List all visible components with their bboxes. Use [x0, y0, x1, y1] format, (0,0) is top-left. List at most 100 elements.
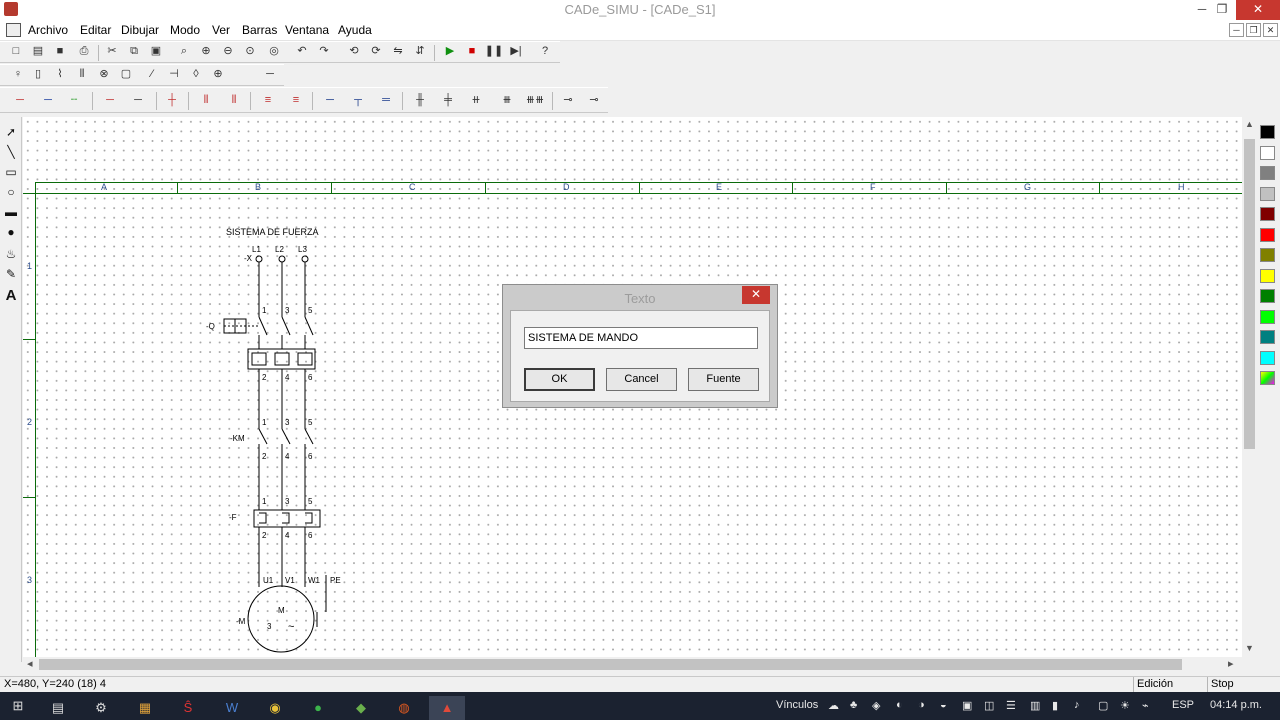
switch-icon[interactable]: ⌇: [50, 65, 70, 83]
undo-icon[interactable]: ↶: [292, 42, 312, 60]
scroll-left-arrow-icon[interactable]: ◂: [27, 657, 33, 670]
spotify-icon[interactable]: ●: [300, 696, 336, 720]
tray-app-icon[interactable]: ⌁: [1142, 699, 1149, 712]
zoom-page-icon[interactable]: ⌕: [174, 42, 194, 60]
fuse-icon[interactable]: ▯: [28, 65, 48, 83]
color-swatch-red[interactable]: [1260, 228, 1275, 242]
tray-app-icon[interactable]: ◒: [940, 699, 947, 711]
language-indicator[interactable]: ESP: [1172, 699, 1194, 711]
mdi-restore-button[interactable]: ❐: [1246, 23, 1261, 37]
mdi-minimize-button[interactable]: ─: [1229, 23, 1244, 37]
filled-rectangle-icon[interactable]: ▬: [2, 203, 20, 221]
ellipse-icon[interactable]: ○: [2, 183, 20, 201]
vertical-scrollbar[interactable]: ▲ ▼: [1242, 117, 1257, 657]
volume-icon[interactable]: ♪: [1074, 699, 1080, 711]
terminal-icon[interactable]: ⊕: [208, 65, 228, 83]
print-icon[interactable]: ⎙: [74, 42, 94, 60]
tray-app-icon[interactable]: ☰: [1006, 699, 1016, 712]
tray-app-icon[interactable]: ▣: [962, 699, 972, 712]
color-swatch-maroon[interactable]: [1260, 207, 1275, 221]
wire-blue-double-icon[interactable]: ═: [376, 91, 396, 109]
tray-app-icon[interactable]: ▥: [1030, 699, 1040, 712]
save-icon[interactable]: ■: [50, 42, 70, 60]
flip-vertical-icon[interactable]: ⇵: [410, 42, 430, 60]
open-folder-icon[interactable]: ▤: [28, 42, 48, 60]
menu-ver[interactable]: Ver: [212, 23, 230, 37]
text-tool-icon[interactable]: A: [2, 287, 20, 305]
connector-multi-icon[interactable]: ⧻⧻: [522, 91, 548, 109]
tray-app-icon[interactable]: ☀: [1120, 699, 1130, 712]
color-swatch-yellow[interactable]: [1260, 269, 1275, 283]
tray-app-icon[interactable]: ◈: [872, 699, 880, 712]
cut-icon[interactable]: ✂: [102, 42, 122, 60]
tray-app-icon[interactable]: ▢: [1098, 699, 1108, 712]
cancel-button[interactable]: Cancel: [606, 368, 677, 391]
rectangle-icon[interactable]: ▭: [2, 163, 20, 181]
menu-editar[interactable]: Editar: [80, 23, 111, 37]
bus-three-icon[interactable]: ⦀: [196, 91, 216, 109]
menu-modo[interactable]: Modo: [170, 23, 200, 37]
line-tool-icon[interactable]: ─: [260, 65, 280, 83]
fill-bucket-icon[interactable]: ♨: [2, 245, 20, 263]
color-swatch-green[interactable]: [1260, 289, 1275, 303]
start-windows-icon[interactable]: ⊞: [0, 694, 36, 718]
flip-horizontal-icon[interactable]: ⇋: [388, 42, 408, 60]
color-swatch-cyan[interactable]: [1260, 351, 1275, 365]
cadesimu-taskbar-icon[interactable]: ▲: [429, 696, 465, 720]
bus-bent-icon[interactable]: ⦀: [224, 91, 244, 109]
pause-icon[interactable]: ❚❚: [484, 42, 504, 60]
zoom-out-icon[interactable]: ⊖: [218, 42, 238, 60]
color-swatch-teal[interactable]: [1260, 330, 1275, 344]
app-icon-green[interactable]: ◆: [343, 696, 379, 720]
wire-blue-icon[interactable]: ─: [320, 91, 340, 109]
app-icon-sw[interactable]: Ŝ: [170, 696, 206, 720]
zoom-all-icon[interactable]: ◎: [264, 42, 284, 60]
junction-icon[interactable]: ┼: [162, 91, 182, 109]
connector-quad-icon[interactable]: ⧻: [494, 91, 520, 109]
sensor-icon[interactable]: ◊: [186, 65, 206, 83]
file-explorer-icon[interactable]: ▤: [40, 696, 76, 720]
tray-app-icon[interactable]: ◑: [918, 699, 925, 711]
bus-step-icon[interactable]: ≡: [286, 91, 306, 109]
clock[interactable]: 04:14 p.m.: [1210, 699, 1262, 711]
wire-blue-cross-icon[interactable]: ┬: [348, 91, 368, 109]
app-icon-tools[interactable]: ⚙: [83, 696, 119, 720]
bus-horizontal-icon[interactable]: ≡: [258, 91, 278, 109]
vertical-scroll-thumb[interactable]: [1244, 139, 1255, 449]
menu-dibujar[interactable]: Dibujar: [121, 23, 159, 37]
line-draw-icon[interactable]: ╲: [2, 143, 20, 161]
color-swatch-white[interactable]: [1260, 146, 1275, 160]
wire-neutral-icon[interactable]: ─: [38, 91, 58, 109]
color-swatch-lime[interactable]: [1260, 310, 1275, 324]
horizontal-scroll-thumb[interactable]: [39, 659, 1182, 670]
connector-triple-icon[interactable]: ⧺: [466, 91, 486, 109]
menu-barras[interactable]: Barras: [242, 23, 277, 37]
word-icon[interactable]: W: [214, 696, 250, 720]
color-swatch-silver[interactable]: [1260, 187, 1275, 201]
font-button[interactable]: Fuente: [688, 368, 759, 391]
tray-app-icon[interactable]: ◐: [896, 699, 903, 711]
text-input[interactable]: [524, 327, 758, 349]
menu-archivo[interactable]: Archivo: [28, 23, 68, 37]
horizontal-scrollbar[interactable]: ◂ ▸: [23, 657, 1242, 672]
play-icon[interactable]: ▶: [440, 42, 460, 60]
pen-icon[interactable]: ✎: [2, 265, 20, 283]
color-swatch-gray[interactable]: [1260, 166, 1275, 180]
stop-icon[interactable]: ■: [462, 42, 482, 60]
color-swatch-olive[interactable]: [1260, 248, 1275, 262]
app-icon-orange[interactable]: ◍: [386, 696, 422, 720]
restore-button[interactable]: ❐: [1208, 0, 1236, 20]
help-icon[interactable]: ?: [535, 42, 555, 60]
coil-icon[interactable]: ▢: [116, 65, 136, 83]
menu-ayuda[interactable]: Ayuda: [338, 23, 372, 37]
lamp-icon[interactable]: ♀: [8, 65, 28, 83]
zoom-in-icon[interactable]: ⊕: [196, 42, 216, 60]
rotate-right-icon[interactable]: ⟳: [366, 42, 386, 60]
color-swatch-custom[interactable]: [1260, 371, 1275, 385]
wire-phase-icon[interactable]: ─: [10, 91, 30, 109]
mdi-close-button[interactable]: ✕: [1263, 23, 1278, 37]
wire-ground-icon[interactable]: ╌: [64, 91, 84, 109]
pointer-arrow-icon[interactable]: ➚: [2, 123, 20, 141]
chrome-icon[interactable]: ◉: [257, 696, 293, 720]
pushbutton-icon[interactable]: ⊣: [164, 65, 184, 83]
